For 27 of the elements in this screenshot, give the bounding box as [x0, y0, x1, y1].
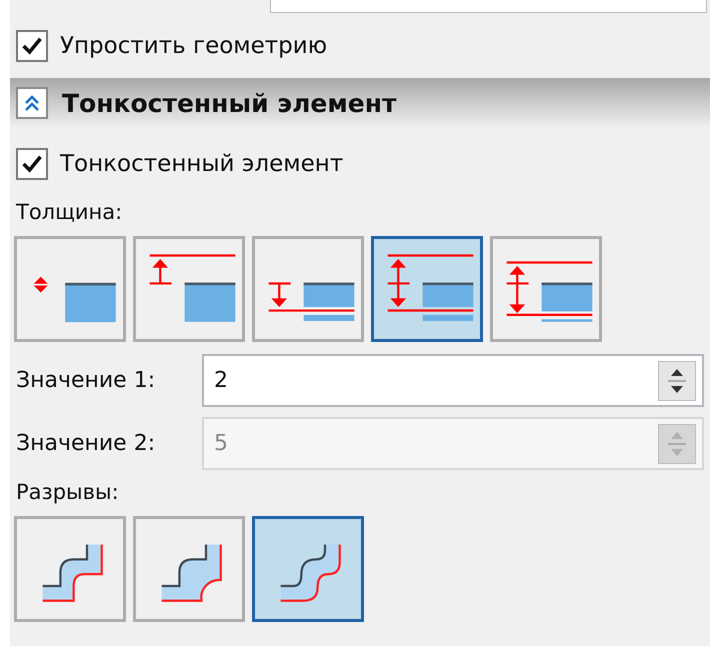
checkbox[interactable] — [16, 148, 48, 180]
section-title: Тонкостенный элемент — [62, 88, 397, 118]
break-option-button[interactable] — [14, 516, 126, 622]
checkbox-label: Тонкостенный элемент — [60, 151, 344, 177]
input-field[interactable] — [270, 0, 707, 13]
thickness-option-button[interactable] — [133, 236, 245, 342]
thickness-option-button[interactable] — [252, 236, 364, 342]
thickness-option-button[interactable] — [490, 236, 602, 342]
break-option-button[interactable] — [252, 516, 364, 622]
thickness-diagram-icon — [504, 258, 594, 324]
checkbox-label: Упростить геометрию — [60, 33, 328, 59]
thickness-option-button[interactable] — [371, 236, 483, 342]
collapse-icon[interactable] — [16, 87, 48, 119]
thickness-label: Толщина: — [15, 199, 124, 226]
thickness-diagram-icon — [148, 252, 237, 324]
number-input[interactable]: 2 — [214, 368, 314, 393]
field-label: Значение 2: — [16, 431, 156, 456]
thickness-diagram-icon — [266, 280, 356, 324]
checkbox[interactable] — [16, 30, 48, 62]
field-label: Значение 1: — [16, 368, 156, 393]
number-spinner[interactable]: 2 — [202, 354, 704, 407]
breaks-label: Разрывы: — [15, 479, 120, 506]
thickness-diagram-icon — [386, 252, 475, 324]
break-option-button[interactable] — [133, 516, 245, 622]
thickness-diagram-icon — [32, 274, 118, 324]
spin-arrows-icon[interactable] — [658, 360, 696, 400]
thickness-option-button[interactable] — [14, 236, 126, 342]
